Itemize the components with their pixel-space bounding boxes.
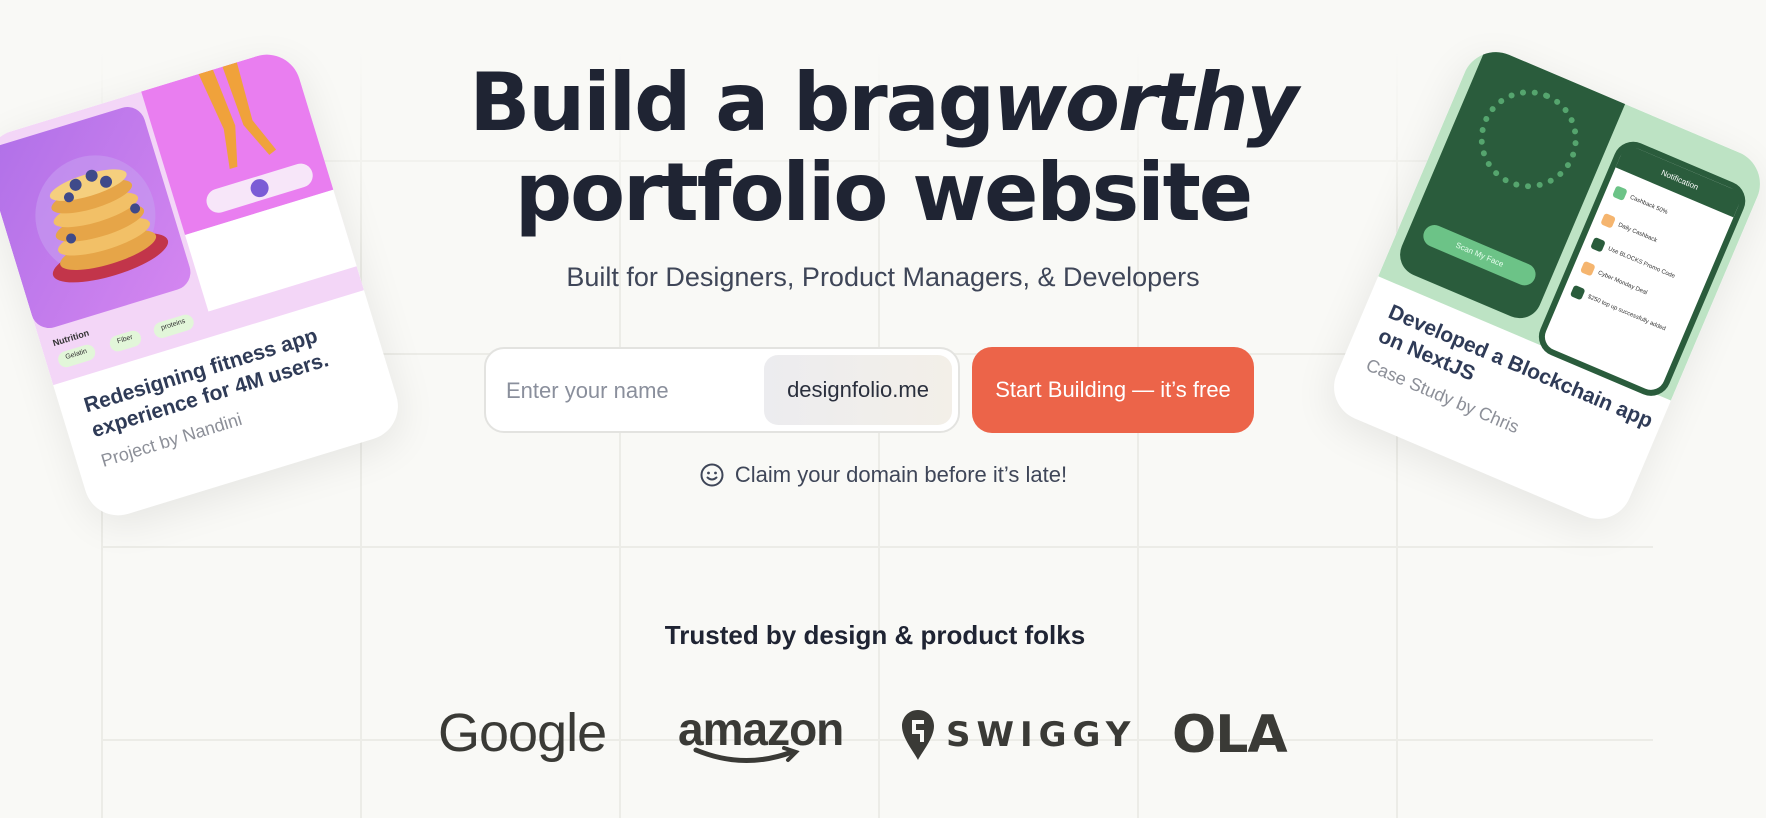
ola-logo: OLA — [1172, 705, 1288, 765]
nutrition-chip: Gelatin — [56, 342, 98, 370]
swiggy-pin-icon — [902, 710, 934, 760]
start-building-button[interactable]: Start Building — it’s free — [972, 347, 1254, 433]
hero-title-emphasis: worthy — [993, 56, 1299, 149]
nutrition-chip: proteins — [151, 312, 196, 340]
nutrition-chip: Fiber — [107, 328, 144, 354]
hero-title-part: Build a brag — [469, 56, 995, 149]
hero-subtitle: Built for Designers, Product Managers, &… — [566, 262, 1200, 292]
name-input[interactable] — [506, 369, 746, 413]
claim-text: Claim your domain before it’s late! — [734, 462, 1068, 487]
hero-title: Build a bragworthy portfolio website — [0, 58, 1766, 238]
trusted-title: Trusted by design & product folks — [664, 620, 1086, 650]
domain-suffix: designfolio.me — [764, 355, 952, 425]
amazon-smile-icon — [693, 746, 800, 764]
swiggy-logo: SWIGGY — [900, 708, 1136, 762]
claim-domain-note: Claim your domain before it’s late! — [0, 462, 1766, 488]
swiggy-logo-text: SWIGGY — [946, 715, 1137, 755]
amazon-logo: amazon — [678, 702, 844, 764]
hero-title-line2: portfolio website — [514, 146, 1253, 239]
smile-icon — [700, 463, 724, 487]
signup-field-group: designfolio.me — [484, 347, 960, 433]
google-logo: Google — [438, 703, 607, 763]
